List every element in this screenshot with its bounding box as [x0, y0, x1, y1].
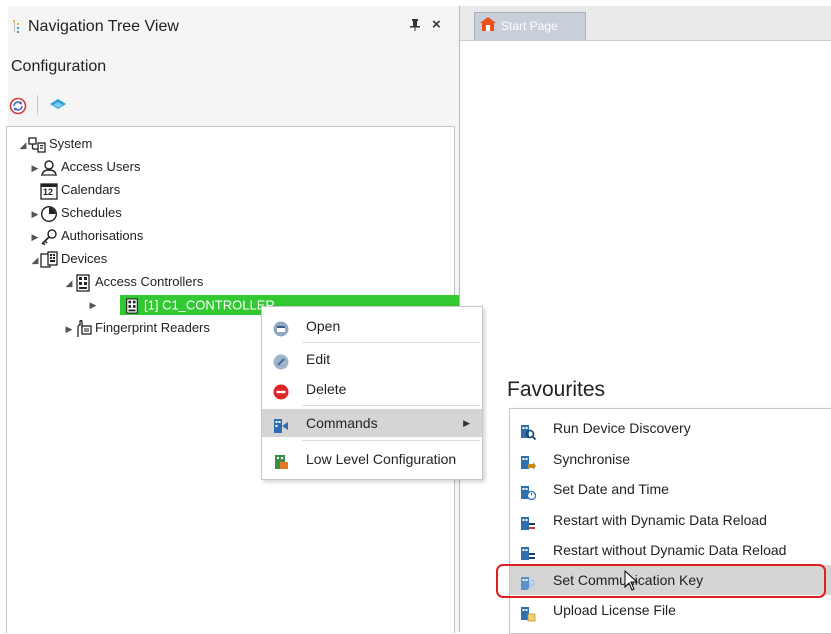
tree-item-access-controllers[interactable]: ◢ Access Controllers	[64, 271, 203, 293]
menu-separator	[302, 405, 480, 406]
expanded-arrow-icon[interactable]: ◢	[30, 249, 40, 271]
submenu-item-label: Run Device Discovery	[553, 420, 691, 436]
key-icon	[40, 228, 58, 246]
open-icon	[273, 318, 289, 337]
controller-icon	[124, 297, 140, 314]
expand-controller-toggle[interactable]: ▶	[88, 293, 98, 315]
tree-item-label: Calendars	[61, 182, 121, 197]
layers-icon[interactable]	[49, 98, 67, 112]
tree-item-label: Authorisations	[61, 228, 144, 243]
refresh-icon[interactable]	[9, 97, 27, 115]
collapsed-arrow-icon[interactable]: ▶	[64, 318, 74, 340]
collapsed-arrow-icon[interactable]: ▶	[30, 157, 40, 179]
menu-item-commands[interactable]: Commands ▶	[262, 409, 482, 437]
tree-item-label: System	[49, 136, 93, 151]
menu-item-label: Low Level Configuration	[306, 451, 457, 467]
tree-item-access-users[interactable]: ▶ Access Users	[30, 156, 140, 178]
date-time-icon	[520, 481, 537, 501]
menu-item-label: Edit	[306, 351, 331, 367]
low-level-config-icon	[273, 451, 289, 469]
user-icon	[40, 159, 58, 177]
section-label: Configuration	[11, 58, 107, 75]
toolbar-separator	[37, 95, 38, 115]
submenu-item-run-device-discovery[interactable]: Run Device Discovery	[510, 413, 831, 443]
collapsed-arrow-icon[interactable]: ▶	[30, 203, 40, 225]
panel-title: Navigation Tree View	[12, 18, 179, 36]
submenu-item-label: Restart without Dynamic Data Reload	[553, 542, 787, 558]
submenu-item-label: Synchronise	[553, 451, 631, 467]
menu-item-edit[interactable]: Edit	[262, 345, 482, 373]
collapsed-arrow-icon[interactable]: ▶	[30, 226, 40, 248]
tree-item-label: Fingerprint Readers	[95, 320, 210, 335]
synchronise-icon	[520, 451, 536, 470]
tree-item-schedules[interactable]: ▶ Schedules	[30, 202, 122, 224]
submenu-item-label: Set Date and Time	[553, 481, 669, 497]
home-icon	[480, 17, 496, 31]
submenu-item-synchronise[interactable]: Synchronise	[510, 444, 831, 474]
tree-item-label: Devices	[61, 251, 108, 266]
submenu-item-restart-with-reload[interactable]: Restart with Dynamic Data Reload	[510, 505, 831, 535]
fingerprint-hand-icon	[74, 319, 92, 338]
tree-item-fingerprint-readers[interactable]: ▶ Fingerprint Readers	[64, 317, 210, 339]
highlight-annotation	[496, 564, 826, 598]
expanded-arrow-icon[interactable]: ◢	[64, 272, 74, 294]
device-discovery-icon	[520, 420, 537, 441]
menu-item-label: Open	[306, 318, 341, 334]
submenu-item-upload-license-file[interactable]: Upload License File	[510, 595, 831, 625]
tree-item-calendars[interactable]: 12 Calendars	[40, 179, 120, 201]
tree-item-devices[interactable]: ◢ Devices	[30, 248, 107, 270]
devices-icon	[40, 250, 58, 269]
menu-separator	[302, 440, 480, 441]
menu-item-delete[interactable]: Delete	[262, 375, 482, 403]
clock-icon	[40, 205, 58, 223]
commands-submenu: Run Device Discovery Synchronise Set Dat…	[509, 408, 831, 634]
edit-icon	[273, 351, 289, 370]
panel-title-text: Navigation Tree View	[28, 18, 179, 35]
tree-item-label: Access Users	[61, 159, 141, 174]
calendar-icon-number: 12	[43, 186, 54, 197]
menu-separator	[302, 342, 480, 343]
submenu-item-label: Restart with Dynamic Data Reload	[553, 512, 767, 528]
system-icon	[28, 136, 46, 154]
submenu-item-label: Upload License File	[553, 602, 676, 618]
tree-item-authorisations[interactable]: ▶ Authorisations	[30, 225, 143, 247]
tree-item-label: Access Controllers	[95, 274, 204, 289]
submenu-item-restart-without-reload[interactable]: Restart without Dynamic Data Reload	[510, 535, 831, 565]
navigation-tree-icon	[12, 19, 26, 33]
delete-icon	[273, 381, 289, 400]
menu-item-low-level-configuration[interactable]: Low Level Configuration	[262, 445, 482, 473]
upload-license-icon	[520, 602, 536, 622]
menu-item-label: Commands	[306, 415, 378, 431]
mouse-cursor-icon	[624, 569, 640, 592]
favourites-title: Favourites	[507, 378, 606, 401]
tab-label: Start Page	[501, 19, 558, 33]
tree-item-label: [1] C1_CONTROLLER	[144, 297, 275, 313]
pin-icon[interactable]	[410, 19, 420, 34]
expanded-arrow-icon[interactable]: ◢	[18, 134, 28, 156]
menu-item-label: Delete	[306, 381, 347, 397]
restart-without-reload-icon	[520, 542, 536, 560]
submenu-arrow-icon: ▶	[463, 418, 470, 428]
calendar-icon: 12	[40, 182, 58, 200]
tree-item-system[interactable]: ◢ System	[18, 133, 92, 155]
close-icon[interactable]: ×	[432, 16, 441, 33]
tree-item-label: Schedules	[61, 205, 122, 220]
collapsed-arrow-icon[interactable]: ▶	[88, 294, 98, 316]
menu-item-open[interactable]: Open	[262, 312, 482, 340]
controller-icon	[74, 273, 92, 292]
context-menu: Open Edit Delete Commands ▶ Low Level Co…	[261, 306, 483, 480]
commands-icon	[273, 415, 289, 433]
submenu-item-set-date-and-time[interactable]: Set Date and Time	[510, 474, 831, 504]
restart-with-reload-icon	[520, 512, 536, 530]
